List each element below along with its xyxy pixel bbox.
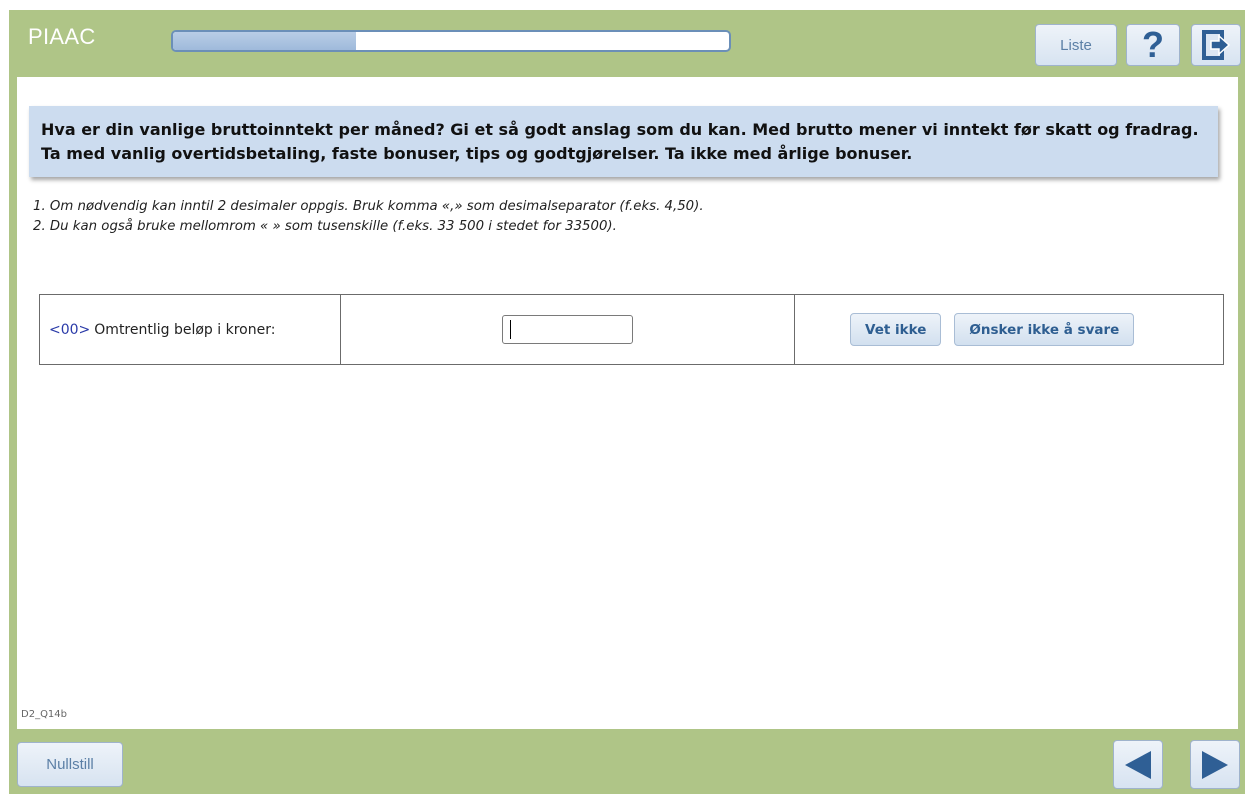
help-button[interactable]: ?	[1126, 24, 1180, 66]
bottom-bar: Nullstill	[9, 729, 1245, 794]
refuse-answer-button[interactable]: Ønsker ikke å svare	[954, 313, 1135, 346]
content-area: Hva er din vanlige bruttoinntekt per mån…	[17, 77, 1238, 729]
instruction-notes: 1. Om nødvendig kan inntil 2 desimaler o…	[33, 197, 704, 237]
note-item: 1. Om nødvendig kan inntil 2 desimaler o…	[33, 199, 704, 214]
top-bar: PIAAC Liste ?	[9, 10, 1245, 78]
list-button[interactable]: Liste	[1035, 24, 1117, 66]
exit-door-icon	[1202, 30, 1231, 60]
app-frame: PIAAC Liste ? Hva er din vanlige bruttoi…	[9, 10, 1245, 794]
answer-label: Omtrentlig beløp i kroner:	[94, 321, 276, 338]
app-logo: PIAAC	[28, 24, 96, 49]
reset-button[interactable]: Nullstill	[17, 742, 123, 787]
answer-input-cell	[341, 295, 795, 364]
answer-table: <00> Omtrentlig beløp i kroner: Vet ikke…	[39, 294, 1224, 365]
progress-bar	[171, 30, 731, 52]
exit-button[interactable]	[1191, 24, 1241, 66]
previous-button[interactable]	[1113, 740, 1163, 789]
answer-label-cell: <00> Omtrentlig beløp i kroner:	[40, 295, 341, 364]
arrow-right-icon	[1202, 750, 1228, 779]
progress-fill	[173, 32, 357, 50]
question-mark-icon: ?	[1142, 24, 1164, 65]
screen-id: D2_Q14b	[21, 709, 68, 720]
item-code: <00>	[49, 321, 91, 338]
text-cursor	[510, 320, 511, 339]
question-text: Hva er din vanlige bruttoinntekt per mån…	[29, 106, 1218, 177]
note-item: 2. Du kan også bruke mellomrom « » som t…	[33, 219, 617, 234]
next-button[interactable]	[1190, 740, 1240, 789]
arrow-left-icon	[1125, 750, 1151, 779]
amount-input[interactable]	[502, 315, 633, 344]
dont-know-button[interactable]: Vet ikke	[850, 313, 942, 346]
answer-options-cell: Vet ikke Ønsker ikke å svare	[795, 295, 1223, 364]
